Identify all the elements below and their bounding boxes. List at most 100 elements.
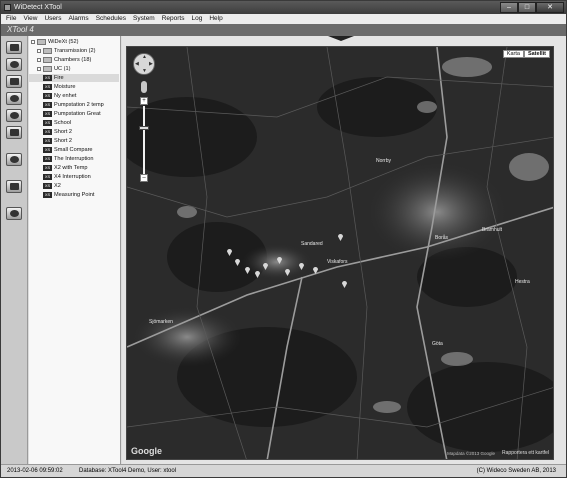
tree-item-label: Pumpstation 2 temp (54, 102, 104, 108)
zoom-in-button[interactable]: + (140, 97, 148, 105)
app-header: XTool 4 (1, 24, 566, 36)
zoom-out-button[interactable]: – (140, 174, 148, 182)
map-icon[interactable] (6, 92, 22, 105)
pan-control[interactable]: ▲ ▼ ◀ ▶ (133, 53, 155, 75)
app-window: WiDetect XTool – □ ✕ File View Users Ala… (0, 0, 567, 478)
tree-item-selected[interactable]: XS Fire (29, 74, 119, 82)
device-icon: XS (43, 102, 52, 108)
map-marker-icon[interactable] (277, 257, 282, 264)
menu-log[interactable]: Log (191, 14, 202, 24)
monitor-icon[interactable] (6, 41, 22, 54)
tree-item[interactable]: XS Moisture (29, 83, 119, 91)
map-marker-icon[interactable] (245, 267, 250, 274)
tree-item[interactable]: XS Measuring Point (29, 191, 119, 199)
tree-item-label: Fire (54, 75, 64, 81)
device-icon: XS (43, 192, 52, 198)
street-view-icon[interactable] (141, 81, 147, 93)
tree-group[interactable]: Transmission (2) (29, 47, 119, 55)
map-marker-icon[interactable] (263, 263, 268, 270)
menu-alarms[interactable]: Alarms (68, 14, 88, 24)
zoom-slider-handle[interactable] (139, 126, 149, 130)
map-marker-icon[interactable] (342, 281, 347, 288)
zoom-slider[interactable] (143, 106, 145, 174)
title-bar[interactable]: WiDetect XTool – □ ✕ (1, 1, 566, 14)
close-button[interactable]: ✕ (536, 2, 564, 13)
place-label: Hestra (515, 279, 530, 285)
place-label: Viskafors (327, 259, 348, 265)
tree-item-label: Small Compare (54, 147, 93, 153)
place-label: Brämhult (482, 227, 503, 233)
tree-item-label: Pumpstation Great (54, 111, 101, 117)
place-label: Borås (435, 235, 449, 241)
bolt-icon[interactable] (6, 207, 22, 220)
status-copyright: (C) Wideco Sweden AB, 2013 (476, 468, 556, 474)
tree-group[interactable]: UC (1) (29, 65, 119, 73)
minimize-button[interactable]: – (500, 2, 518, 13)
map-type-map-button[interactable]: Karta (502, 50, 524, 58)
tree-item[interactable]: XS The Interruption (29, 155, 119, 163)
tree-group-label: UC (1) (54, 66, 71, 72)
menu-view[interactable]: View (23, 14, 37, 24)
tree-item-label: Measuring Point (54, 192, 95, 198)
map-marker-icon[interactable] (235, 259, 240, 266)
sync-icon[interactable] (6, 153, 22, 166)
pan-right-icon[interactable]: ▶ (149, 61, 153, 67)
schedule-icon[interactable] (6, 126, 22, 139)
settings-icon[interactable] (6, 109, 22, 122)
tree-root[interactable]: WiDeXt (52) (29, 38, 119, 46)
place-label: Norrby (376, 158, 392, 164)
device-icon: XS (43, 174, 52, 180)
tree-item[interactable]: XS X2 (29, 182, 119, 190)
tree-item[interactable]: XS Pumpstation Great (29, 110, 119, 118)
tree-group[interactable]: Chambers (18) (29, 56, 119, 64)
tree-item[interactable]: XS Small Compare (29, 146, 119, 154)
tree-item-label: Ny enhet (54, 93, 77, 99)
status-bar: 2013-02-06 09:59:02 Database: XTool4 Dem… (1, 464, 566, 477)
collapse-arrow-icon[interactable] (328, 36, 354, 41)
device-icon: XS (43, 111, 52, 117)
people-icon[interactable] (6, 58, 22, 71)
map-marker-icon[interactable] (255, 271, 260, 278)
expand-icon[interactable] (37, 67, 41, 71)
tree-item[interactable]: XS Short 2 (29, 128, 119, 136)
device-icon: XS (43, 147, 52, 153)
app-icon (4, 4, 11, 11)
map-marker-icon[interactable] (338, 234, 343, 241)
status-datetime: 2013-02-06 09:59:02 (7, 468, 63, 474)
map-type-satellite-button[interactable]: Satellit (523, 50, 550, 58)
pan-down-icon[interactable]: ▼ (142, 68, 147, 74)
tree-item[interactable]: XS X4 Interruption (29, 173, 119, 181)
folder-icon (43, 48, 52, 54)
menu-help[interactable]: Help (209, 14, 222, 24)
expand-icon[interactable] (31, 40, 35, 44)
pan-up-icon[interactable]: ▲ (142, 54, 147, 60)
folder-icon (37, 39, 46, 45)
tree-item[interactable]: XS Pumpstation 2 temp (29, 101, 119, 109)
pan-left-icon[interactable]: ◀ (135, 61, 139, 67)
list-icon[interactable] (6, 75, 22, 88)
menu-users[interactable]: Users (44, 14, 61, 24)
menu-file[interactable]: File (6, 14, 16, 24)
maximize-button[interactable]: □ (518, 2, 536, 13)
place-label: Göta (432, 341, 443, 347)
expand-icon[interactable] (37, 58, 41, 62)
report-map-error-link[interactable]: Rapportera ett kartfel (502, 450, 549, 456)
tree-item[interactable]: XS Short 2 (29, 137, 119, 145)
menu-system[interactable]: System (133, 14, 155, 24)
tree-item-label: Short 2 (54, 138, 73, 144)
tree-item-label: School (54, 120, 72, 126)
menu-reports[interactable]: Reports (162, 14, 185, 24)
tree-item[interactable]: XS Ny enhet (29, 92, 119, 100)
map-marker-icon[interactable] (313, 267, 318, 274)
map-marker-icon[interactable] (299, 263, 304, 270)
calendar-icon[interactable] (6, 180, 22, 193)
tree-item[interactable]: XS X2 with Temp (29, 164, 119, 172)
device-icon: XS (43, 84, 52, 90)
tree-item[interactable]: XS School (29, 119, 119, 127)
map-marker-icon[interactable] (227, 249, 232, 256)
map-marker-icon[interactable] (285, 269, 290, 276)
menu-schedules[interactable]: Schedules (96, 14, 126, 24)
expand-icon[interactable] (37, 49, 41, 53)
satellite-map[interactable]: Norrby Borås Brämhult Sandared Sjömarken… (126, 46, 554, 460)
tree-item-label: X4 Interruption (54, 174, 91, 180)
